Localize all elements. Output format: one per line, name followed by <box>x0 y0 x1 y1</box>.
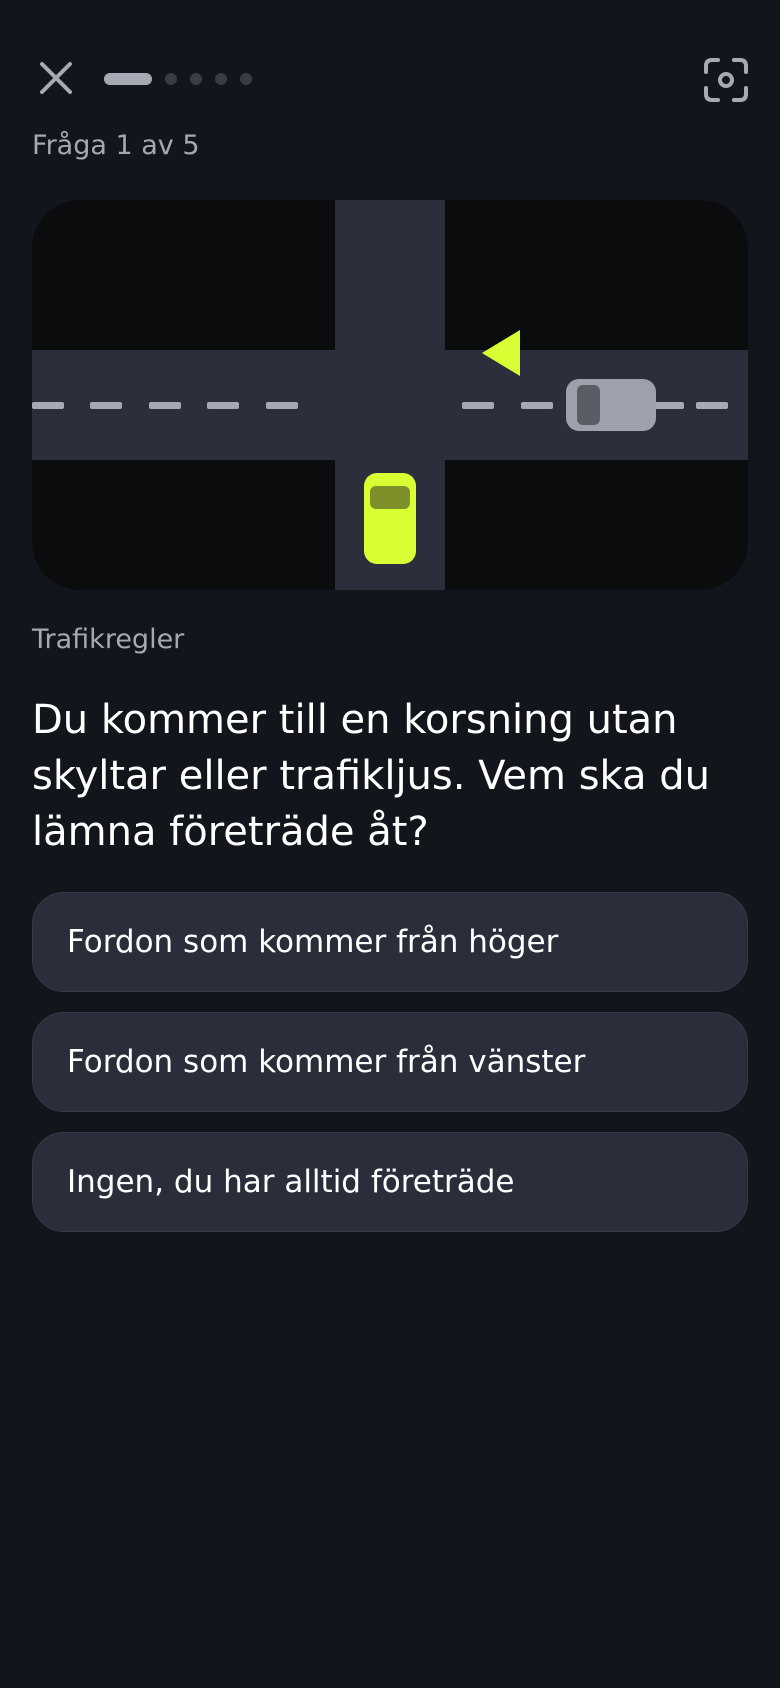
answer-option[interactable]: Ingen, du har alltid företräde <box>32 1132 748 1232</box>
answer-option[interactable]: Fordon som kommer från vänster <box>32 1012 748 1112</box>
close-icon <box>40 62 72 94</box>
progress-step <box>240 73 252 85</box>
progress-indicator <box>104 73 252 85</box>
answer-options: Fordon som kommer från höger Fordon som … <box>32 892 748 1252</box>
own-car <box>364 473 416 564</box>
progress-step <box>215 73 227 85</box>
intersection-illustration <box>32 200 748 590</box>
intersection-scene <box>32 200 748 590</box>
progress-step <box>190 73 202 85</box>
close-button[interactable] <box>34 56 78 100</box>
question-counter: Fråga 1 av 5 <box>32 130 200 161</box>
answer-option-label: Fordon som kommer från vänster <box>67 1044 586 1080</box>
answer-option-label: Fordon som kommer från höger <box>67 924 559 960</box>
question-category: Trafikregler <box>32 624 185 655</box>
question-text: Du kommer till en korsning utan skyltar … <box>32 697 710 855</box>
answer-option-label: Ingen, du har alltid företräde <box>67 1164 515 1200</box>
scan-button[interactable] <box>702 56 750 104</box>
scan-icon <box>704 58 748 102</box>
progress-step-active <box>104 73 152 85</box>
answer-option[interactable]: Fordon som kommer från höger <box>32 892 748 992</box>
progress-step <box>165 73 177 85</box>
car-from-right <box>566 379 656 431</box>
